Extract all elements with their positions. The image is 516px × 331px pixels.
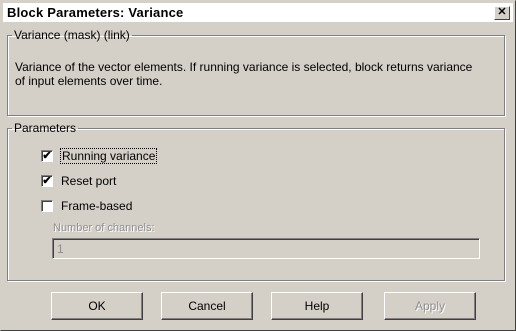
parameters-group-legend: Parameters bbox=[14, 121, 77, 135]
help-button[interactable]: Help bbox=[271, 292, 363, 320]
running-variance-checkbox[interactable]: ✔ Running variance bbox=[41, 148, 158, 164]
block-description: Variance of the vector elements. If runn… bbox=[15, 60, 473, 88]
mask-group-legend: Variance (mask) (link) bbox=[14, 28, 130, 42]
checkbox-mark[interactable] bbox=[41, 200, 53, 212]
number-of-channels-label: Number of channels: bbox=[53, 222, 155, 234]
apply-button[interactable]: Apply bbox=[384, 292, 476, 320]
ok-button[interactable]: OK bbox=[51, 292, 143, 320]
reset-port-label[interactable]: Reset port bbox=[61, 174, 116, 188]
number-of-channels-input[interactable] bbox=[52, 238, 480, 259]
frame-based-label[interactable]: Frame-based bbox=[61, 199, 132, 213]
block-parameters-dialog: Block Parameters: Variance ✕ Variance (m… bbox=[0, 0, 516, 331]
window-title: Block Parameters: Variance bbox=[7, 5, 184, 20]
reset-port-checkbox[interactable]: ✔ Reset port bbox=[41, 173, 116, 189]
close-icon[interactable]: ✕ bbox=[494, 5, 510, 20]
cancel-button[interactable]: Cancel bbox=[161, 292, 253, 320]
running-variance-label[interactable]: Running variance bbox=[59, 148, 158, 164]
checkbox-mark[interactable]: ✔ bbox=[41, 150, 53, 162]
mask-description-group: Variance (mask) (link) Variance of the v… bbox=[7, 28, 505, 116]
title-bar[interactable]: Block Parameters: Variance ✕ bbox=[3, 3, 513, 22]
checkbox-mark[interactable]: ✔ bbox=[41, 175, 53, 187]
frame-based-checkbox[interactable]: Frame-based bbox=[41, 198, 132, 214]
